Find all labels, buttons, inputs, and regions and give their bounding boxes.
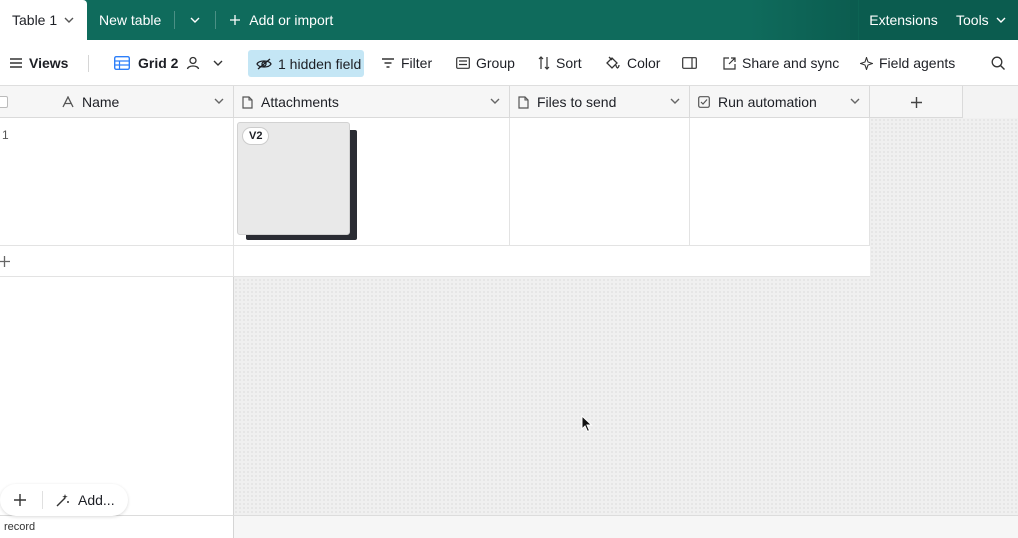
- cell-run-automation[interactable]: [690, 118, 870, 246]
- magic-wand-icon: [55, 493, 70, 508]
- plus-icon: [910, 96, 923, 109]
- table-row[interactable]: 1: [0, 118, 870, 246]
- row-height-button[interactable]: [682, 40, 697, 86]
- add-record-pill: Add...: [0, 484, 128, 516]
- chevron-down-icon: [189, 14, 201, 26]
- checkbox-icon: [698, 96, 710, 108]
- file-icon: [518, 95, 529, 109]
- search-button[interactable]: [991, 40, 1006, 86]
- grid-icon: [114, 56, 130, 70]
- chevron-down-icon: [212, 57, 224, 69]
- group-label: Group: [476, 55, 515, 71]
- view-toolbar: Views Grid 2 1 hidden field Filter Group: [0, 40, 1018, 86]
- add-with-ai-button[interactable]: Add...: [55, 484, 115, 516]
- tab-label: Table 1: [12, 12, 58, 28]
- file-icon: [242, 95, 253, 109]
- tabbar-right-group: Extensions Tools: [850, 0, 1018, 40]
- divider: [215, 11, 217, 29]
- field-agents-label: Field agents: [879, 55, 956, 71]
- sort-label: Sort: [556, 55, 582, 71]
- column-header-attachments[interactable]: Attachments: [234, 86, 510, 118]
- version-label: V2: [249, 130, 263, 142]
- version-badge: V2: [242, 127, 270, 145]
- tab-label: New table: [99, 12, 162, 28]
- hidden-fields-button[interactable]: 1 hidden field: [248, 50, 364, 77]
- mouse-cursor-icon: [581, 415, 593, 433]
- grid-view: Name Attachments Files to send Run autom…: [0, 86, 1018, 538]
- column-header-name[interactable]: Name: [0, 86, 234, 118]
- filter-button[interactable]: Filter: [381, 40, 432, 86]
- column-name: Run automation: [718, 94, 817, 110]
- sort-button[interactable]: Sort: [538, 40, 582, 86]
- share-and-sync-label: Share and sync: [742, 55, 840, 71]
- plus-icon: [229, 14, 241, 26]
- tab-table-1[interactable]: Table 1: [0, 0, 87, 40]
- cell-name[interactable]: 1: [0, 118, 234, 246]
- select-all-checkbox[interactable]: [0, 96, 8, 108]
- sort-icon: [538, 56, 550, 70]
- tabs-menu-button[interactable]: [175, 0, 215, 40]
- add-record-button[interactable]: [13, 493, 27, 507]
- color-label: Color: [627, 55, 661, 71]
- row-height-icon: [682, 57, 697, 69]
- extensions-button[interactable]: Extensions: [858, 0, 948, 40]
- column-name: Attachments: [261, 94, 339, 110]
- tools-button[interactable]: Tools: [948, 0, 1018, 40]
- group-button[interactable]: Group: [456, 40, 515, 86]
- tabbar-fade: [750, 0, 860, 40]
- text-icon: [62, 96, 74, 108]
- group-icon: [456, 57, 470, 69]
- plus-icon: [0, 255, 11, 268]
- column-header-files-to-send[interactable]: Files to send: [510, 86, 690, 118]
- add-label: Add...: [78, 492, 115, 508]
- view-name: Grid 2: [138, 55, 179, 71]
- extensions-label: Extensions: [869, 12, 938, 28]
- eye-slash-icon: [256, 57, 272, 71]
- record-count: record: [4, 521, 36, 533]
- share-icon: [723, 56, 736, 70]
- add-record-row[interactable]: [0, 246, 870, 277]
- hidden-fields-label: 1 hidden field: [278, 55, 362, 72]
- share-and-sync-button[interactable]: Share and sync: [723, 40, 839, 86]
- hamburger-icon: [10, 57, 23, 69]
- chevron-down-icon[interactable]: [63, 14, 75, 26]
- cell-files-to-send[interactable]: [510, 118, 690, 246]
- chevron-down-icon[interactable]: [489, 95, 501, 107]
- person-icon: [186, 56, 200, 70]
- filter-icon: [381, 57, 395, 69]
- column-name: Files to send: [537, 94, 617, 110]
- column-header-run-automation[interactable]: Run automation: [690, 86, 870, 118]
- sparkle-icon: [860, 56, 873, 70]
- view-switcher[interactable]: Grid 2: [114, 40, 224, 86]
- column-name: Name: [82, 94, 120, 110]
- summary-bar: record: [0, 515, 1018, 538]
- record-count-area: record: [0, 516, 234, 538]
- tools-label: Tools: [956, 12, 989, 28]
- search-icon: [991, 56, 1006, 71]
- table-tab-bar: Table 1 New table Add or import Extensio…: [0, 0, 1018, 40]
- plus-icon: [14, 494, 26, 506]
- add-or-import-label: Add or import: [249, 12, 334, 28]
- column-header-row: Name Attachments Files to send Run autom…: [0, 86, 963, 118]
- filter-label: Filter: [401, 55, 433, 71]
- divider: [88, 55, 89, 72]
- chevron-down-icon[interactable]: [669, 95, 681, 107]
- field-agents-button[interactable]: Field agents: [860, 40, 955, 86]
- paint-bucket-icon: [605, 56, 621, 71]
- chevron-down-icon[interactable]: [213, 95, 225, 107]
- color-button[interactable]: Color: [605, 40, 660, 86]
- row-number: 1: [2, 128, 9, 142]
- add-or-import-button[interactable]: Add or import: [229, 0, 333, 40]
- tab-new-table[interactable]: New table: [99, 0, 161, 40]
- add-field-button[interactable]: [870, 86, 963, 118]
- chevron-down-icon: [995, 14, 1007, 26]
- views-label: Views: [29, 55, 69, 71]
- chevron-down-icon[interactable]: [849, 95, 861, 107]
- views-button[interactable]: Views: [10, 40, 68, 86]
